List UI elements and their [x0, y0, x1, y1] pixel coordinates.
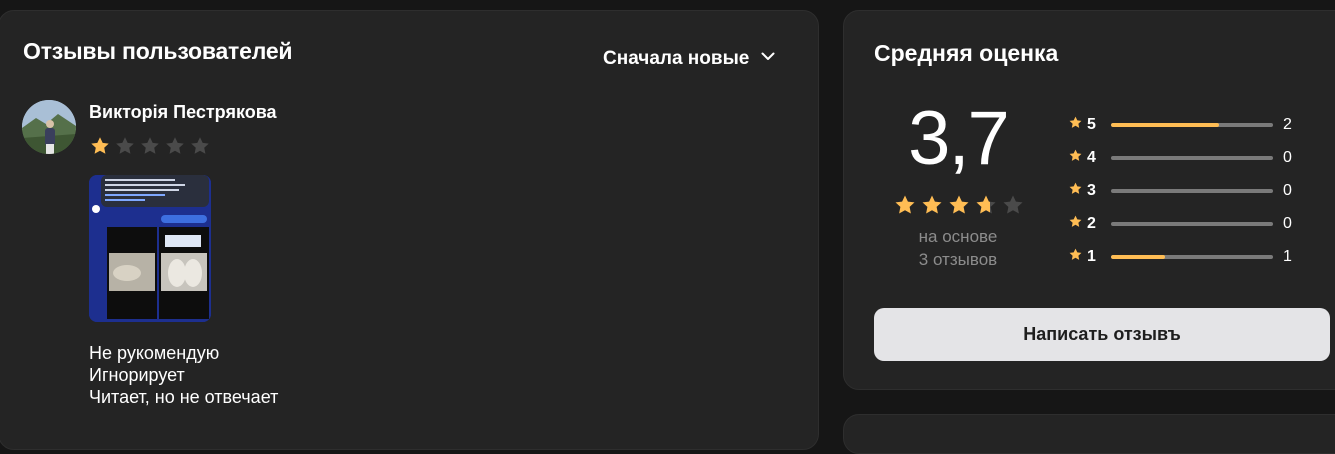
rating-count: 1 [1283, 247, 1292, 265]
star-empty-icon [114, 135, 136, 157]
next-card [843, 414, 1335, 454]
reviews-title: Отзывы пользователей [23, 38, 293, 64]
rating-basis-line: на основе [918, 227, 998, 246]
star-icon [1068, 148, 1083, 163]
rating-basis: на основе 3 отзывов [888, 225, 1028, 271]
review-text-line: Не рукомендую [89, 343, 220, 363]
write-review-button[interactable]: Написать отзывъ [874, 308, 1330, 361]
rating-row: 20 [1068, 207, 1308, 240]
review-text: Не рукомендую Игнорирует Читает, но не о… [89, 342, 278, 408]
rating-summary-card: Средняя оценка 3,7 на основе 3 отзывов 5… [843, 10, 1335, 390]
average-rating-value: 3,7 [908, 96, 1010, 181]
star-empty-icon [1001, 193, 1025, 217]
star-icon [1068, 214, 1083, 229]
review-photo[interactable] [89, 175, 211, 322]
star-filled-icon [920, 193, 944, 217]
rating-distribution: 52 40 30 20 11 [1068, 108, 1308, 273]
rating-bar [1111, 122, 1273, 127]
rating-bar-fill [1111, 122, 1220, 127]
chevron-down-icon [759, 47, 777, 71]
rating-level: 1 [1087, 247, 1096, 265]
average-rating-stars [893, 193, 1025, 217]
sort-label: Сначала новые [603, 48, 750, 69]
rating-bar [1111, 188, 1273, 193]
star-filled-icon [89, 135, 111, 157]
review-rating-stars [89, 135, 211, 157]
avatar[interactable] [22, 100, 76, 154]
star-icon [1068, 181, 1083, 196]
star-empty-icon [189, 135, 211, 157]
rating-row: 30 [1068, 174, 1308, 207]
star-empty-icon [139, 135, 161, 157]
star-filled-icon [947, 193, 971, 217]
review-author: Викторія Пестрякова [89, 102, 277, 122]
star-half-icon [974, 193, 998, 217]
rating-level: 3 [1087, 181, 1096, 199]
rating-level: 2 [1087, 214, 1096, 232]
star-filled-icon [893, 193, 917, 217]
sort-dropdown[interactable]: Сначала новые [603, 47, 777, 71]
rating-bar [1111, 221, 1273, 226]
rating-bar-fill [1111, 254, 1165, 259]
rating-row: 11 [1068, 240, 1308, 273]
rating-level: 5 [1087, 115, 1096, 133]
star-empty-icon [164, 135, 186, 157]
rating-bar [1111, 155, 1273, 160]
star-icon [1068, 247, 1083, 262]
review-text-line: Читает, но не отвечает [89, 387, 279, 407]
star-icon [1068, 115, 1083, 130]
reviews-card: Отзывы пользователей Сначала новые Викто… [0, 10, 819, 450]
rating-title: Средняя оценка [874, 40, 1059, 66]
rating-count: 0 [1283, 181, 1292, 199]
review-text-line: Игнорирует [89, 365, 185, 385]
rating-count: 2 [1283, 115, 1292, 133]
rating-basis-count: 3 отзывов [918, 250, 998, 269]
rating-count: 0 [1283, 214, 1292, 232]
rating-count: 0 [1283, 148, 1292, 166]
rating-level: 4 [1087, 148, 1096, 166]
rating-bar [1111, 254, 1273, 259]
rating-row: 52 [1068, 108, 1308, 141]
rating-row: 40 [1068, 141, 1308, 174]
